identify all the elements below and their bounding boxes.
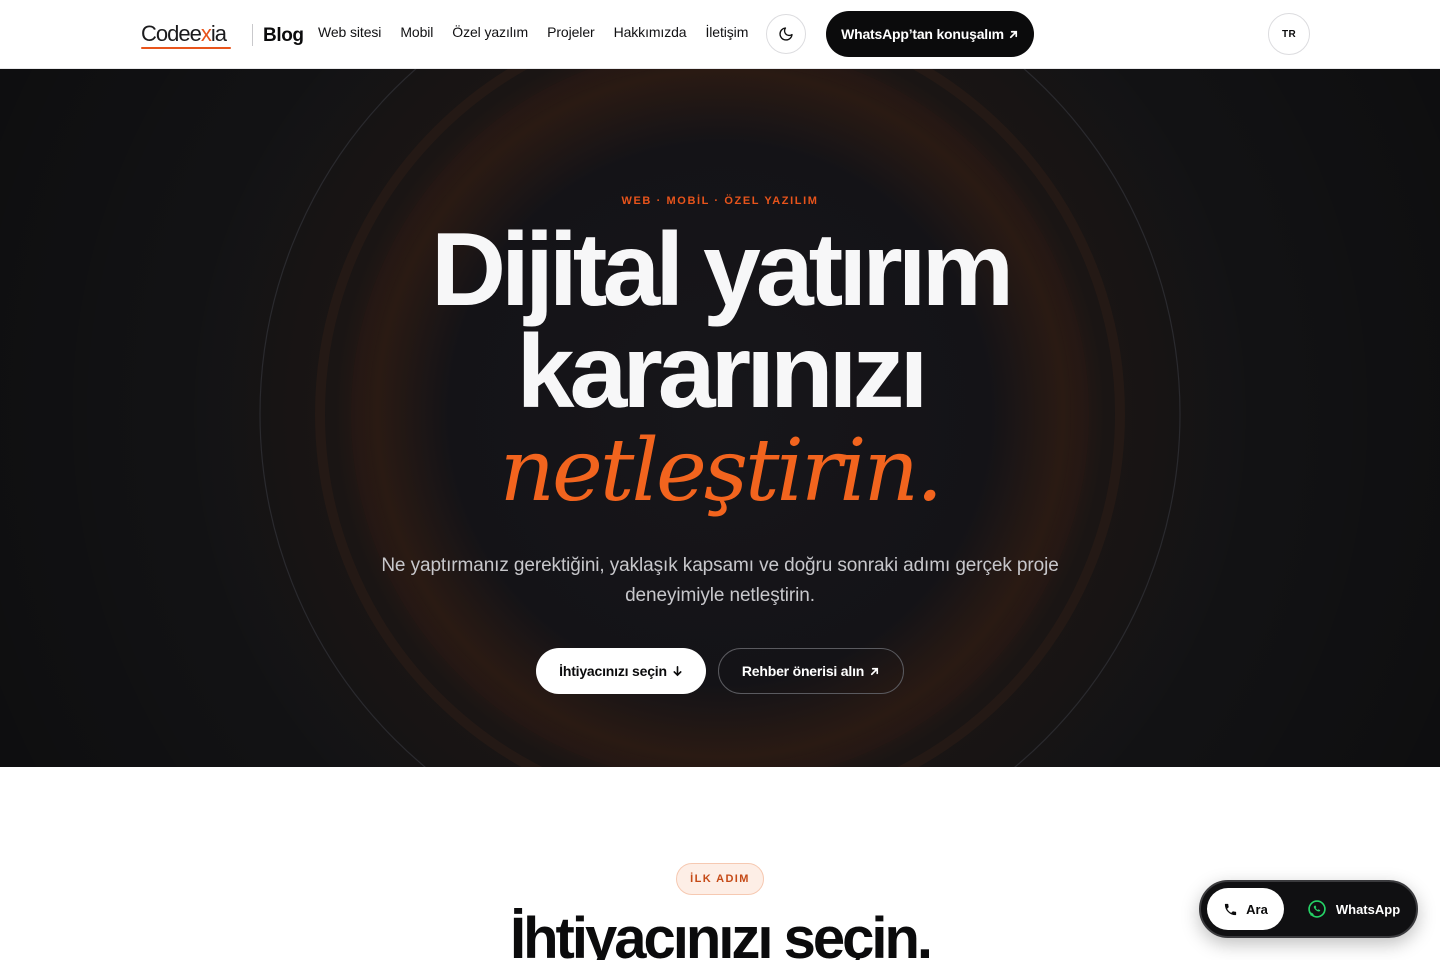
hero-headline-line-1: Dijital yatırım	[430, 212, 1014, 328]
hero-section: WEB · MOBİL · ÖZEL YAZILIM Dijital yatır…	[0, 69, 1440, 767]
site-header: Codeexia Blog Web sitesi Mobil Özel yazı…	[0, 0, 1440, 69]
logo-underline	[141, 47, 231, 49]
theme-toggle-button[interactable]	[766, 14, 806, 54]
call-button[interactable]: Ara	[1207, 888, 1284, 930]
nav-link-hakkimizda[interactable]: Hakkımızda	[614, 24, 687, 40]
hero-headline: Dijital yatırım kararınızı	[0, 218, 1440, 424]
logo-divider	[252, 24, 253, 46]
whatsapp-chat-label: WhatsApp’tan konuşalım	[841, 26, 1004, 42]
arrow-down-icon	[673, 666, 682, 677]
hero-headline-accent: netleştirin.	[499, 421, 944, 521]
whatsapp-icon	[1308, 900, 1326, 918]
nav-link-ozel-yazilim[interactable]: Özel yazılım	[452, 24, 528, 40]
hero-eyebrow: WEB · MOBİL · ÖZEL YAZILIM	[621, 195, 819, 207]
get-guide-label: Rehber önerisi alın	[741, 663, 865, 679]
floating-contact-bar: Ara WhatsApp	[1199, 880, 1418, 938]
whatsapp-chat-button[interactable]: WhatsApp’tan konuşalım	[826, 11, 1034, 57]
nav-link-projeler[interactable]: Projeler	[547, 24, 595, 40]
phone-icon	[1225, 903, 1237, 915]
choose-need-button[interactable]: İhtiyacınızı seçin	[536, 648, 706, 694]
first-step-badge: İLK ADIM	[676, 863, 764, 895]
nav-link-iletisim[interactable]: İletişim	[706, 24, 749, 40]
choose-need-label: İhtiyacınızı seçin	[559, 663, 667, 679]
codeexia-logo[interactable]: Codeexia	[141, 22, 231, 52]
call-label: Ara	[1246, 901, 1268, 917]
nav-link-mobil[interactable]: Mobil	[400, 24, 433, 40]
language-switcher[interactable]: TR	[1268, 13, 1310, 55]
section-label-blog[interactable]: Blog	[263, 25, 304, 47]
arrow-up-right-icon	[871, 667, 879, 675]
moon-icon	[779, 27, 793, 41]
whatsapp-float-label: WhatsApp	[1335, 901, 1401, 917]
hero-headline-line-2: kararınızı	[516, 314, 929, 430]
arrow-up-right-icon	[1009, 30, 1017, 38]
nav-link-web-sitesi[interactable]: Web sitesi	[318, 24, 381, 40]
main-nav: Web sitesi Mobil Özel yazılım Projeler H…	[318, 24, 767, 40]
whatsapp-float-button[interactable]: WhatsApp	[1293, 888, 1414, 930]
get-guide-button[interactable]: Rehber önerisi alın	[718, 648, 904, 694]
hero-subtitle: Ne yaptırmanız gerektiğini, yaklaşık kap…	[381, 555, 1059, 606]
logo-wordmark: Codeexia	[141, 21, 227, 46]
